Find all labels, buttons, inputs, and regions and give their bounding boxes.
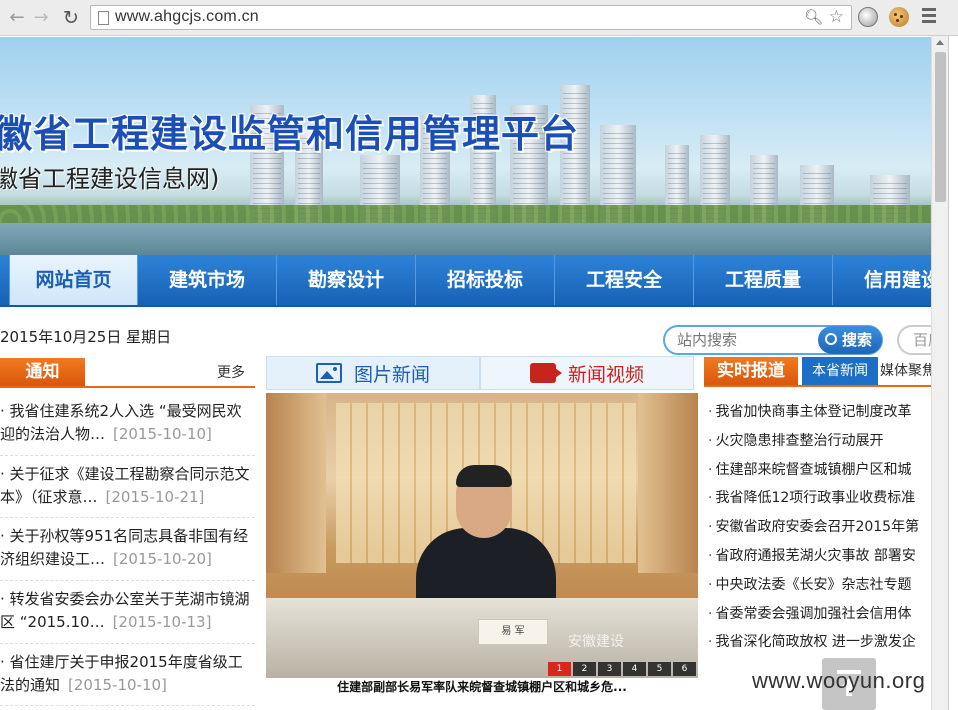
nav-item-safety[interactable]: 工程安全 xyxy=(555,255,694,305)
realtime-item[interactable]: 中央政法委《长安》杂志社专题 xyxy=(708,571,931,600)
tab-photo-news-label: 图片新闻 xyxy=(353,363,430,386)
cookie-extension-icon[interactable] xyxy=(889,7,909,27)
header-banner: 徽省工程建设监管和信用管理平台 徽省工程建设信息网) xyxy=(0,37,931,255)
realtime-title: 实时报道 xyxy=(704,357,798,385)
side-panel-edge xyxy=(948,36,958,710)
zoom-icon[interactable]: 🔍︎ xyxy=(804,8,823,26)
nameplate: 易 军 xyxy=(478,619,548,645)
tab-media-focus[interactable]: 媒体聚焦 xyxy=(880,357,931,385)
realtime-item[interactable]: 我省深化简政放权 进一步激发企 xyxy=(708,628,931,657)
realtime-list: 我省加快商事主体登记制度改革 火灾隐患排查整治行动展开 住建部来皖督查城镇棚户区… xyxy=(708,398,931,657)
vertical-scrollbar[interactable] xyxy=(931,36,948,710)
page-icon xyxy=(98,11,109,25)
realtime-item[interactable]: 省委常委会强调加强社会信用体 xyxy=(708,600,931,629)
search-button-label: 搜索 xyxy=(841,331,872,349)
nav-item-survey-design[interactable]: 勘察设计 xyxy=(277,255,416,305)
bookmark-star-icon[interactable]: ☆ xyxy=(829,7,844,27)
tab-local-news[interactable]: 本省新闻 xyxy=(802,357,878,385)
notice-item[interactable]: · 我省住建系统2人入选 “最受网民欢迎的法治人物… [2015-10-10] xyxy=(0,393,255,456)
tab-news-video-label: 新闻视频 xyxy=(567,363,644,386)
browser-menu-icon[interactable] xyxy=(922,8,936,24)
globe-extension-icon[interactable] xyxy=(858,7,878,27)
nav-item-bidding[interactable]: 招标投标 xyxy=(416,255,555,305)
notice-item-date: [2015-10-10] xyxy=(68,675,167,694)
address-bar[interactable]: www.ahgcjs.com.cn 🔍︎ ☆ xyxy=(90,5,852,30)
search-icon xyxy=(825,333,837,345)
pager-dot[interactable]: 4 xyxy=(623,662,646,676)
tab-photo-news[interactable]: 图片新闻 xyxy=(266,356,480,390)
notice-title: 通知 xyxy=(0,358,85,386)
nav-item-quality[interactable]: 工程质量 xyxy=(694,255,833,305)
notice-item[interactable]: · 省住建厅关于申报2015年度省级工法的通知 [2015-10-10] xyxy=(0,644,255,707)
notice-item-date: [2015-10-13] xyxy=(112,613,212,632)
pager-dot[interactable]: 2 xyxy=(573,662,596,676)
pager-dot[interactable]: 5 xyxy=(648,662,671,676)
main-nav: 网站首页 建筑市场 勘察设计 招标投标 工程安全 工程质量 信用建设 xyxy=(0,255,931,307)
notice-item-date: [2015-10-21] xyxy=(105,487,205,506)
pager-dot[interactable]: 1 xyxy=(548,662,571,676)
url-text[interactable]: www.ahgcjs.com.cn xyxy=(115,8,259,26)
photo-watermark: 安徽建设 xyxy=(568,634,624,650)
realtime-item[interactable]: 省政府通报芜湖火灾事故 部署安 xyxy=(708,542,931,571)
notice-more-link[interactable]: 更多 xyxy=(217,362,245,382)
notice-item[interactable]: · 转发省安委会办公室关于芜湖市镜湖区 “2015.10… [2015-10-13… xyxy=(0,581,255,644)
notice-item[interactable]: · 关于孙权等951名同志具备非国有经济组织建设工… [2015-10-20] xyxy=(0,518,255,582)
search-input[interactable] xyxy=(677,331,817,349)
realtime-header: 实时报道 本省新闻 媒体聚焦 xyxy=(704,357,931,387)
reload-icon[interactable]: ↻ xyxy=(60,7,82,29)
notice-header: 通知 更多 xyxy=(0,358,255,388)
pager-dot[interactable]: 3 xyxy=(598,662,621,676)
notice-item-date: [2015-10-20] xyxy=(113,550,212,569)
nav-spacer xyxy=(0,255,10,305)
scrollbar-thumb[interactable] xyxy=(935,52,946,202)
photo-caption[interactable]: 住建部副部长易军率队来皖督查城镇棚户区和城乡危... xyxy=(266,678,698,695)
search-button[interactable]: 搜索 xyxy=(818,326,882,354)
slideshow-pager: 1 2 3 4 5 6 xyxy=(548,662,696,676)
scroll-up-arrow-icon[interactable] xyxy=(936,40,944,45)
pager-dot[interactable]: 6 xyxy=(673,662,696,676)
media-tabs: 图片新闻 新闻视频 xyxy=(266,356,694,390)
realtime-item[interactable]: 火灾隐患排查整治行动展开 xyxy=(708,427,931,456)
notice-list: · 我省住建系统2人入选 “最受网民欢迎的法治人物… [2015-10-10] ·… xyxy=(0,393,255,707)
nav-item-credit[interactable]: 信用建设 xyxy=(833,255,931,305)
tab-news-video[interactable]: 新闻视频 xyxy=(480,356,694,390)
notice-item-date: [2015-10-10] xyxy=(113,425,212,443)
current-date: 2015年10月25日 星期日 xyxy=(0,328,172,346)
picture-icon xyxy=(315,363,342,383)
realtime-item[interactable]: 安徽省政府安委会召开2015年第 xyxy=(708,513,931,542)
news-photo[interactable]: 易 军 安徽建设 1 2 3 4 5 6 xyxy=(266,393,698,678)
nav-item-home[interactable]: 网站首页 xyxy=(10,255,138,305)
video-camera-icon xyxy=(529,363,562,383)
realtime-item[interactable]: 我省加快商事主体登记制度改革 xyxy=(708,398,931,427)
back-arrow-icon[interactable]: ← xyxy=(6,7,28,29)
realtime-item[interactable]: 住建部来皖督查城镇棚户区和城 xyxy=(708,456,931,485)
nav-item-construction-market[interactable]: 建筑市场 xyxy=(138,255,277,305)
browser-toolbar: ← → ↻ www.ahgcjs.com.cn 🔍︎ ☆ xyxy=(0,0,958,36)
site-title: 徽省工程建设监管和信用管理平台 xyxy=(0,112,580,156)
site-watermark: www.wooyun.org xyxy=(752,668,926,693)
realtime-item[interactable]: 我省降低12项行政事业收费标准 xyxy=(708,484,931,513)
site-search: 搜索 xyxy=(663,325,883,355)
site-subtitle: 徽省工程建设信息网) xyxy=(0,165,220,193)
notice-item[interactable]: · 关于征求《建设工程勘察合同示范文本》（征求意… [2015-10-21] xyxy=(0,456,255,519)
forward-arrow-icon[interactable]: → xyxy=(30,7,52,29)
